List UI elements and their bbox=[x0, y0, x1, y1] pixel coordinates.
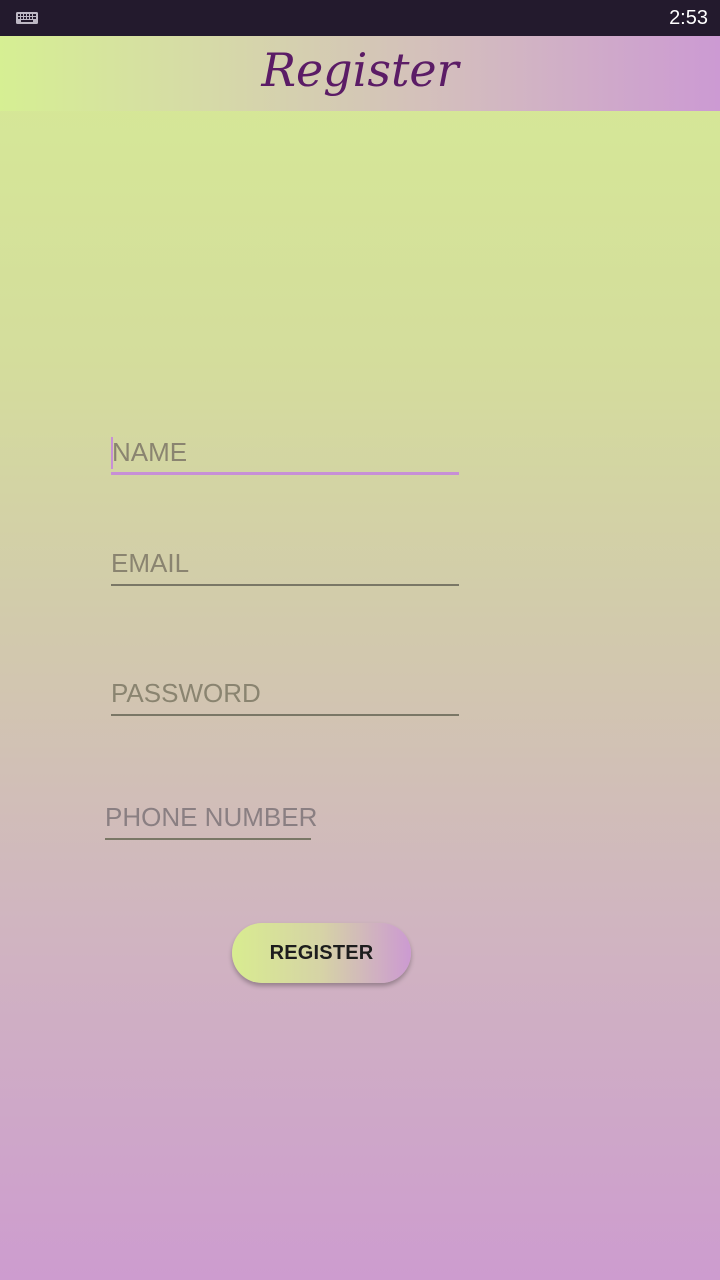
name-underline bbox=[111, 472, 459, 475]
password-underline bbox=[111, 714, 459, 716]
email-placeholder: EMAIL bbox=[111, 548, 190, 578]
name-placeholder: NAME bbox=[112, 437, 188, 467]
register-button[interactable]: REGISTER bbox=[232, 923, 411, 983]
name-field[interactable]: NAME bbox=[111, 428, 459, 475]
phone-placeholder: PHONE NUMBER bbox=[105, 802, 318, 832]
password-field[interactable]: PASSWORD bbox=[111, 670, 459, 716]
email-field[interactable]: EMAIL bbox=[111, 540, 459, 586]
status-time: 2:53 bbox=[669, 7, 708, 29]
email-underline bbox=[111, 584, 459, 586]
phone-underline bbox=[105, 838, 311, 840]
app-header: Register bbox=[0, 36, 720, 111]
page-title: Register bbox=[261, 43, 459, 97]
status-bar: 2:53 bbox=[0, 0, 720, 36]
keyboard-icon bbox=[16, 12, 38, 24]
phone-number-field[interactable]: PHONE NUMBER bbox=[105, 794, 317, 840]
text-cursor bbox=[111, 437, 113, 469]
password-placeholder: PASSWORD bbox=[111, 678, 261, 708]
